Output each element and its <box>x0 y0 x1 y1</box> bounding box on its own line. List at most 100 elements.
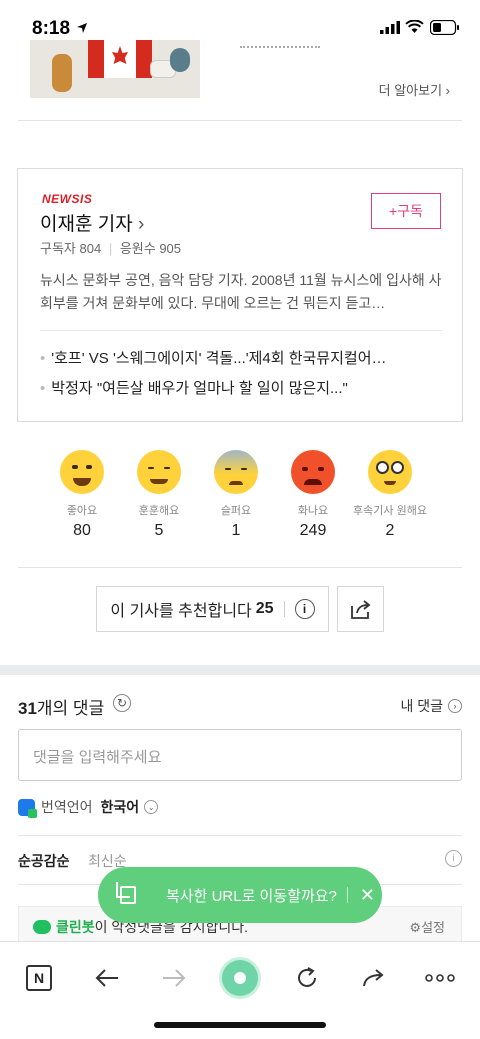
reaction-like[interactable]: 좋아요 80 <box>42 450 122 540</box>
bullet-icon: • <box>40 380 46 397</box>
reaction-want-followup[interactable]: 후속기사 원해요 2 <box>350 450 430 540</box>
more-link[interactable]: 더 알아보기 › <box>379 80 450 99</box>
battery-icon <box>430 20 459 35</box>
sad-face-icon <box>214 450 258 494</box>
status-time: 8:18 <box>32 18 71 39</box>
reaction-warm[interactable]: 훈훈해요 5 <box>119 450 199 540</box>
angry-face-icon <box>291 450 335 494</box>
banner-text-fragment <box>240 40 320 48</box>
chevron-down-icon: ⌄ <box>144 800 159 814</box>
share-icon <box>350 600 370 619</box>
settings-label: 설정 <box>421 920 445 935</box>
arrow-left-icon <box>95 969 118 987</box>
info-icon[interactable]: i <box>445 850 462 867</box>
recommend-button[interactable]: 이 기사를 추천합니다 25 i <box>96 586 329 632</box>
copy-icon <box>116 882 136 904</box>
comment-input[interactable]: 댓글을 입력해주세요 <box>18 729 462 781</box>
cleanbot-icon <box>33 920 51 934</box>
toast-separator <box>346 887 348 903</box>
copied-url-toast[interactable]: 복사한 URL로 이동할까요? ✕ <box>98 867 382 923</box>
reporter-name[interactable]: 이재훈 기자 › <box>40 209 144 236</box>
face-eye <box>148 467 154 469</box>
cleanbot-settings-button[interactable]: ⚙설정 <box>409 917 445 936</box>
like-face-icon <box>60 450 104 494</box>
face-eye <box>164 467 170 469</box>
arrow-right-icon <box>163 969 186 987</box>
reaction-count: 5 <box>154 522 164 539</box>
related-article[interactable]: • 박정자 "여든살 배우가 얼마나 할 일이 많은지..." <box>40 377 444 398</box>
info-icon[interactable]: i <box>294 599 315 619</box>
reaction-angry[interactable]: 화나요 249 <box>273 450 353 540</box>
face-eye <box>225 468 231 470</box>
share-arrow-icon <box>363 969 384 987</box>
refresh-icon[interactable]: ↻ <box>113 694 131 712</box>
reporter-name-label: 이재훈 기자 <box>40 214 133 235</box>
related-article-title: 박정자 "여든살 배우가 얼마나 할 일이 많은지..." <box>51 380 348 397</box>
naver-home-button[interactable]: N <box>19 958 59 998</box>
reaction-label: 좋아요 <box>66 505 98 517</box>
face-mouth <box>150 479 168 484</box>
green-dot-button[interactable] <box>220 958 260 998</box>
chevron-right-icon: › <box>448 699 462 713</box>
chevron-right-icon: › <box>137 214 145 235</box>
section-divider <box>18 567 462 568</box>
reaction-label: 화나요 <box>297 505 329 517</box>
location-arrow-icon <box>77 23 87 33</box>
recommend-label: 이 기사를 추천합니다 <box>110 603 252 620</box>
translate-language: 한국어 <box>100 799 140 815</box>
green-dot-icon <box>222 960 258 996</box>
reload-button[interactable] <box>287 958 327 998</box>
comment-count-number: 31 <box>18 699 37 718</box>
papago-translate-icon <box>18 798 37 818</box>
cellular-signal-icon <box>380 21 400 34</box>
ad-banner-image[interactable] <box>30 40 200 98</box>
more-options-button[interactable] <box>420 958 460 998</box>
face-mouth <box>73 478 91 486</box>
sort-popular-tab[interactable]: 순공감순 <box>18 851 70 871</box>
reaction-sad[interactable]: 슬퍼요 1 <box>196 450 276 540</box>
recommend-count: 25 <box>255 600 274 617</box>
bullet-icon: • <box>40 350 46 367</box>
more-dots-icon <box>425 974 455 982</box>
glasses-lens <box>391 461 404 474</box>
forward-button[interactable] <box>154 958 194 998</box>
share-button[interactable] <box>337 586 384 632</box>
my-comments-link[interactable]: 내 댓글 › <box>400 696 462 716</box>
subscriber-count: 구독자 804 <box>40 241 102 256</box>
translate-label: 번역언어 <box>41 799 93 815</box>
close-icon[interactable]: ✕ <box>360 885 375 906</box>
face-mouth <box>304 479 322 485</box>
flag-red-band-left <box>88 40 104 78</box>
section-gap <box>0 665 480 675</box>
toast-message[interactable]: 복사한 URL로 이동할까요? <box>166 885 337 906</box>
face-mouth <box>229 481 243 485</box>
comment-count: 31개의 댓글 <box>18 694 104 719</box>
related-article[interactable]: • '호프' VS '스웨그에이지' 격돌...'제4회 한국뮤지컬어… <box>40 347 444 368</box>
naver-n-icon: N <box>26 965 52 991</box>
reporter-bio[interactable]: 뉴시스 문화부 공연, 음악 담당 기자. 2008년 11월 뉴시스에 입사해… <box>40 269 444 315</box>
bottle-graphic <box>52 54 72 92</box>
reaction-count: 1 <box>231 522 241 539</box>
stats-separator: | <box>108 241 113 256</box>
recommend-separator <box>283 601 285 617</box>
reporter-stats: 구독자 804 | 응원수 905 <box>40 238 181 257</box>
face-eye <box>72 465 78 469</box>
comment-count-suffix: 개의 댓글 <box>36 699 105 718</box>
card-divider <box>40 330 442 331</box>
sort-divider <box>18 835 462 836</box>
share-page-button[interactable] <box>354 958 394 998</box>
reaction-count: 80 <box>73 522 91 539</box>
translate-language-selector[interactable]: 번역언어 한국어 ⌄ <box>18 797 159 818</box>
warm-face-icon <box>137 450 181 494</box>
reload-icon <box>298 967 316 987</box>
reaction-label: 후속기사 원해요 <box>353 505 427 517</box>
reaction-label: 훈훈해요 <box>138 505 180 517</box>
face-eye <box>86 465 92 469</box>
section-divider <box>18 120 462 121</box>
newsis-logo: NEWSIS <box>42 192 93 206</box>
back-button[interactable] <box>87 958 127 998</box>
figure-graphic <box>170 48 190 72</box>
reporter-card: NEWSIS 이재훈 기자 › 구독자 804 | 응원수 905 +구독 뉴시… <box>17 168 463 422</box>
subscribe-button[interactable]: +구독 <box>371 193 441 229</box>
home-indicator[interactable] <box>154 1022 326 1028</box>
